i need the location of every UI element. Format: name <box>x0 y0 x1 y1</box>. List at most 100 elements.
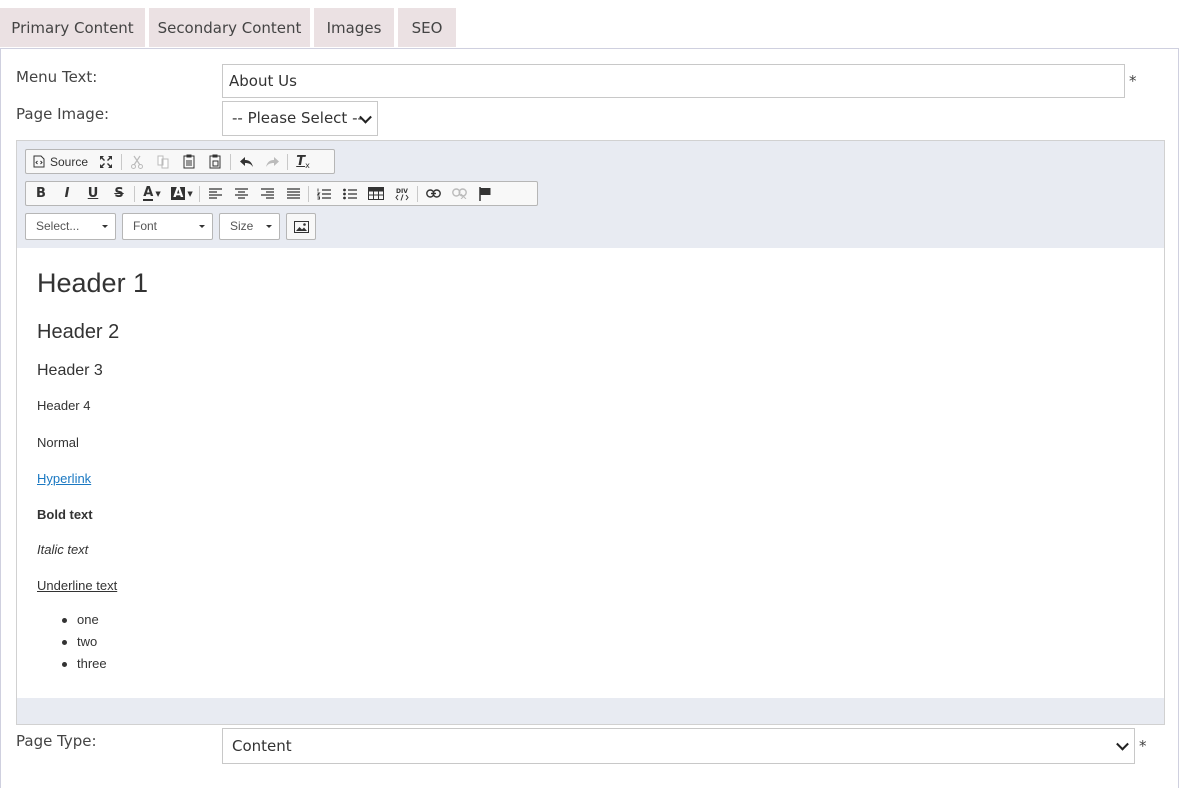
paste-text-icon <box>209 154 221 169</box>
content-hyperlink[interactable]: Hyperlink <box>37 471 91 486</box>
toolbar-row-formatting: B I U S A ▼ A ▼ DIV <box>25 181 538 206</box>
source-button[interactable]: Source <box>28 151 93 173</box>
tab-primary-content[interactable]: Primary Content <box>0 8 145 47</box>
content-header-1: Header 1 <box>37 268 149 298</box>
menu-text-input[interactable] <box>222 64 1125 98</box>
bold-button[interactable]: B <box>28 183 54 205</box>
paste-icon <box>183 154 195 169</box>
tab-seo[interactable]: SEO <box>398 8 456 47</box>
numbered-list-button[interactable] <box>311 183 337 205</box>
paste-button[interactable] <box>176 151 202 173</box>
page-type-label: Page Type: <box>16 732 97 750</box>
align-right-icon <box>260 188 274 199</box>
create-div-button[interactable]: DIV <box>389 183 415 205</box>
maximize-icon <box>100 155 113 168</box>
content-underline-text: Underline text <box>37 578 118 593</box>
cut-button[interactable] <box>124 151 150 173</box>
link-button[interactable] <box>420 183 446 205</box>
italic-button[interactable]: I <box>54 183 80 205</box>
underline-button[interactable]: U <box>80 183 106 205</box>
paste-text-button[interactable] <box>202 151 228 173</box>
unlink-button[interactable] <box>446 183 472 205</box>
numbered-list-icon <box>317 188 331 199</box>
source-label: Source <box>50 154 89 169</box>
list-item: three <box>57 656 107 678</box>
table-button[interactable] <box>363 183 389 205</box>
image-icon <box>293 220 309 233</box>
tab-secondary-content[interactable]: Secondary Content <box>149 8 310 47</box>
list-item: two <box>57 634 107 656</box>
format-select[interactable]: Select... <box>25 213 116 240</box>
content-header-2: Header 2 <box>37 321 120 343</box>
remove-format-icon: T <box>296 154 306 169</box>
chevron-down-icon <box>1116 737 1129 751</box>
maximize-button[interactable] <box>93 151 119 173</box>
text-color-button[interactable]: A ▼ <box>137 183 167 205</box>
background-color-button[interactable]: A ▼ <box>167 183 197 205</box>
toolbar-separator <box>121 153 123 170</box>
tab-images[interactable]: Images <box>314 8 394 47</box>
link-icon <box>425 189 441 198</box>
content-normal-text: Normal <box>37 435 79 450</box>
strikethrough-button[interactable]: S <box>106 183 132 205</box>
content-header-3: Header 3 <box>37 362 103 379</box>
size-select[interactable]: Size <box>219 213 280 240</box>
background-color-icon: A <box>171 186 186 201</box>
align-left-button[interactable] <box>202 183 228 205</box>
undo-button[interactable] <box>233 151 259 173</box>
font-select[interactable]: Font <box>122 213 213 240</box>
div-container-icon: DIV <box>395 188 409 201</box>
source-icon <box>33 155 45 168</box>
undo-icon <box>239 156 253 167</box>
page-image-select[interactable]: -- Please Select -- <box>222 101 378 136</box>
svg-text:DIV: DIV <box>396 188 408 195</box>
format-select-value: Select... <box>36 219 80 233</box>
align-right-button[interactable] <box>254 183 280 205</box>
align-center-button[interactable] <box>228 183 254 205</box>
size-select-value: Size <box>230 219 254 233</box>
redo-icon <box>265 156 279 167</box>
editor-content-area[interactable]: Header 1 Header 2 Header 3 Header 4 Norm… <box>17 248 1164 698</box>
copy-icon <box>157 155 169 168</box>
unlink-icon <box>451 188 467 199</box>
bulleted-list-icon <box>343 188 357 199</box>
list-item: one <box>57 612 107 634</box>
align-center-icon <box>234 188 248 199</box>
justify-icon <box>286 188 300 199</box>
remove-format-button[interactable]: Tx <box>290 151 316 173</box>
page-type-selected-value: Content <box>232 737 292 755</box>
caret-down-icon <box>266 225 272 228</box>
align-left-icon <box>208 188 222 199</box>
toolbar-separator <box>230 153 232 170</box>
remove-format-x-icon: x <box>305 161 310 170</box>
bulleted-list-button[interactable] <box>337 183 363 205</box>
insert-image-button[interactable] <box>286 213 316 240</box>
content-header-4: Header 4 <box>37 398 91 413</box>
toolbar-separator <box>417 185 418 202</box>
text-color-icon: A <box>143 185 154 201</box>
page-type-select[interactable]: Content <box>222 728 1135 764</box>
required-marker: * <box>1129 72 1137 90</box>
caret-down-icon <box>102 225 108 228</box>
content-italic-text: Italic text <box>37 542 89 557</box>
page-image-label: Page Image: <box>16 105 110 123</box>
flag-icon <box>479 186 491 201</box>
dropdown-arrow-icon: ▼ <box>155 189 161 198</box>
toolbar-row-clipboard: Source T x <box>25 149 335 174</box>
justify-button[interactable] <box>280 183 306 205</box>
menu-text-label: Menu Text: <box>16 68 98 86</box>
toolbar-separator <box>287 153 289 170</box>
rich-text-editor: Source T x B I U S A ▼ A ▼ DIV Select...… <box>16 140 1165 725</box>
dropdown-arrow-icon: ▼ <box>187 189 193 198</box>
toolbar-separator <box>134 185 135 202</box>
content-bullet-list: one two three <box>57 612 107 678</box>
anchor-button[interactable] <box>472 183 498 205</box>
copy-button[interactable] <box>150 151 176 173</box>
table-icon <box>368 187 384 200</box>
redo-button[interactable] <box>259 151 285 173</box>
cut-icon <box>131 155 144 169</box>
page-image-selected-value: -- Please Select -- <box>232 109 363 127</box>
font-select-value: Font <box>133 219 158 233</box>
caret-down-icon <box>199 225 205 228</box>
toolbar-separator <box>199 185 200 202</box>
